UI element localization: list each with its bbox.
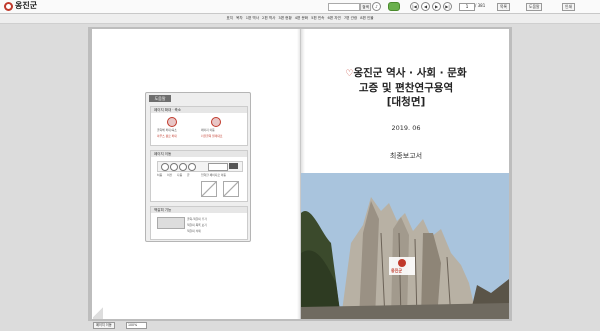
print-button[interactable]: 인쇄: [562, 3, 575, 11]
photo-logo-text: 옹진군: [391, 268, 403, 273]
prev-icon: [170, 163, 178, 171]
help-text: 이전: [167, 173, 173, 177]
help-text: 마우스 휠로 확대: [157, 134, 177, 138]
last-icon: [188, 163, 196, 171]
page-total: / 381: [475, 3, 486, 8]
logo-text: 옹진군: [15, 1, 38, 10]
zoom-select[interactable]: 100%: [126, 322, 147, 329]
toc-item[interactable]: 8편 인물: [360, 14, 373, 23]
help-section-zoom: 페이지 확대 · 축소 클릭해 확대/축소 페이지 이동 마우스 휠로 확대 더…: [150, 106, 248, 146]
toc-item[interactable]: 표지: [226, 14, 233, 23]
toc-item[interactable]: 6편 자연: [327, 14, 340, 23]
help-section-bookmark: 책갈피 기능 클릭-책갈피 추가 책갈피 목록 보기 책갈피 삭제: [150, 206, 248, 240]
bookmark-sample-icon: [157, 217, 185, 229]
help-text: 책갈피 목록 보기: [187, 223, 207, 227]
help-text: 다음: [177, 173, 183, 177]
page-number-input[interactable]: 1: [459, 3, 475, 11]
move-icon: [211, 117, 221, 127]
toc-item[interactable]: 2편 역사: [262, 14, 275, 23]
nav-sample-bar: [157, 161, 243, 172]
rock-formation-image: [301, 173, 509, 319]
cover-title-line1: 옹진군 역사 · 사회 · 문화: [353, 67, 467, 79]
next-icon: [179, 163, 187, 171]
help-text: 끝: [187, 173, 190, 177]
help-section-title: 페이지 확대 · 축소: [151, 107, 247, 113]
app-logo[interactable]: 옹진군: [4, 1, 37, 11]
cover-report-label: 최종보고서: [389, 152, 423, 160]
toc-item[interactable]: 목차: [236, 14, 243, 23]
first-page-button[interactable]: |◀: [410, 2, 419, 11]
help-section-title: 페이지 이동: [151, 151, 247, 157]
next-page-button[interactable]: ▶: [432, 2, 441, 11]
drag-diagram-icon: [201, 181, 217, 197]
cover-title-line3: [대청면]: [386, 96, 426, 108]
go-icon: [229, 163, 238, 169]
cover-date: 2019. 06: [391, 124, 421, 132]
cover-photo: 옹진군: [301, 173, 509, 319]
prev-page-button[interactable]: ◀: [421, 2, 430, 11]
drag-diagram-icon: [223, 181, 239, 197]
list-button[interactable]: 목록: [497, 3, 510, 11]
toc-bar: 표지 목차 1편 역사 2편 역사 3편 현황 4편 문화 5편 민속 6편 자…: [0, 14, 600, 24]
search-button[interactable]: 검색: [360, 3, 371, 11]
help-text: 입력한 페이지로 이동: [201, 173, 226, 177]
cover-title-line2: 고증 및 편찬연구용역: [358, 82, 454, 94]
last-page-button[interactable]: ▶|: [443, 2, 452, 11]
cover-title: ♡옹진군 역사 · 사회 · 문화 고증 및 편찬연구용역 [대청면]: [306, 66, 506, 109]
page-field-icon: [208, 163, 228, 171]
logo-mark-icon: [4, 1, 13, 11]
zoom-icon: [167, 117, 177, 127]
toc-item[interactable]: 3편 현황: [278, 14, 291, 23]
help-panel: 도움말 페이지 확대 · 축소 클릭해 확대/축소 페이지 이동 마우스 휠로 …: [145, 92, 251, 242]
page-corner-left[interactable]: [93, 305, 103, 319]
help-text: 더블클릭 원래대로: [201, 134, 223, 138]
help-text: 책갈피 삭제: [187, 229, 201, 233]
help-section-title: 책갈피 기능: [151, 207, 247, 213]
top-bar: 옹진군 검색 ♪ |◀ ◀ ▶ ▶| 1 / 381 목록 도움말 인쇄: [0, 0, 600, 14]
help-button[interactable]: 도움말: [526, 3, 543, 11]
help-text: 처음: [157, 173, 163, 177]
search-input[interactable]: [328, 3, 360, 11]
auto-play-toggle[interactable]: [388, 2, 400, 11]
toc-item[interactable]: 7편 관광: [344, 14, 357, 23]
help-text: 페이지 이동: [201, 128, 215, 132]
help-section-navigation: 페이지 이동 처음 이전 다음 끝 입력한 페이지로 이동: [150, 150, 248, 202]
toc-item[interactable]: 4편 문화: [295, 14, 308, 23]
help-text: 클릭-책갈피 추가: [187, 217, 207, 221]
first-icon: [161, 163, 169, 171]
page-move-button[interactable]: 페이지 이동: [93, 322, 115, 329]
sound-icon[interactable]: ♪: [372, 2, 381, 11]
toc-item[interactable]: 5편 민속: [311, 14, 324, 23]
help-text: 클릭해 확대/축소: [157, 128, 177, 132]
toc-item[interactable]: 1편 역사: [246, 14, 259, 23]
help-header: 도움말: [149, 95, 171, 102]
